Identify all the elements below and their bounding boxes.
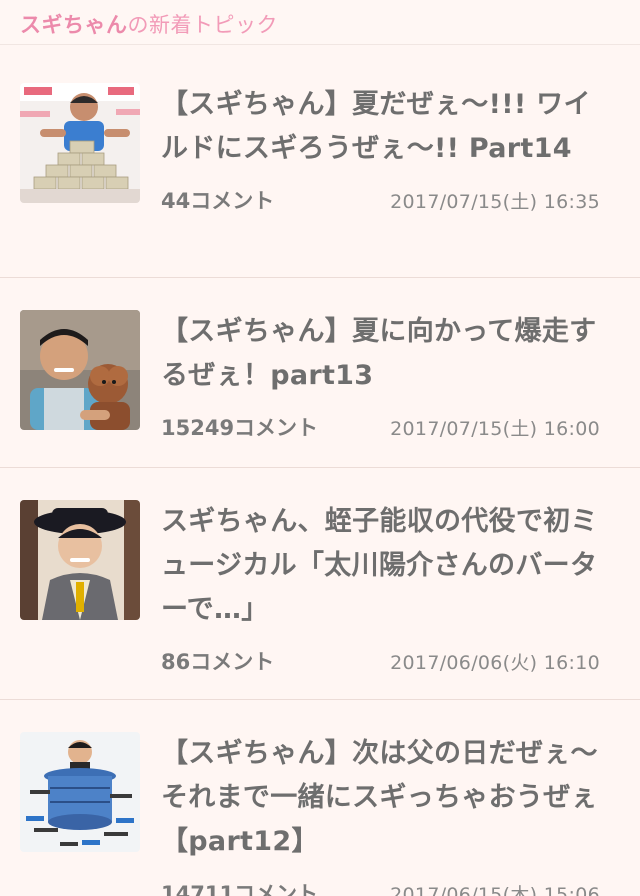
thumbnail-image-2 bbox=[20, 310, 140, 430]
topic-item[interactable]: 【スギちゃん】夏だぜぇ〜!!! ワイルドにスギろうぜぇ〜!! Part14 44… bbox=[0, 44, 640, 278]
post-date: 2017/07/15(土) 16:35 bbox=[390, 191, 600, 213]
topic-body: スギちゃん、蛭子能収の代役で初ミュージカル「太川陽介さんのバーターで…」 86コ… bbox=[161, 500, 600, 676]
comment-count: 44コメント bbox=[161, 189, 275, 213]
header-suffix: の新着トピック bbox=[127, 13, 278, 37]
thumbnail-image-3 bbox=[20, 500, 140, 620]
topic-item[interactable]: スギちゃん、蛭子能収の代役で初ミュージカル「太川陽介さんのバーターで…」 86コ… bbox=[0, 468, 640, 700]
topic-title[interactable]: 【スギちゃん】次は父の日だぜぇ〜それまで一緒にスギっちゃおうぜぇ【part12】 bbox=[161, 732, 600, 864]
topic-thumbnail[interactable] bbox=[20, 310, 140, 430]
post-date: 2017/07/15(土) 16:00 bbox=[390, 418, 600, 440]
comment-count: 86コメント bbox=[161, 650, 275, 674]
topic-thumbnail[interactable] bbox=[20, 732, 140, 852]
topic-title[interactable]: スギちゃん、蛭子能収の代役で初ミュージカル「太川陽介さんのバーターで…」 bbox=[161, 500, 600, 632]
header-highlight: スギちゃん bbox=[20, 13, 128, 37]
page: スギちゃん の新着トピック 【スギちゃん】夏だぜぇ〜!!! ワイルドにスギろうぜ… bbox=[0, 0, 640, 896]
topic-meta: 86コメント 2017/06/06(火) 16:10 bbox=[161, 646, 600, 676]
topic-thumbnail[interactable] bbox=[20, 83, 140, 203]
topic-meta: 15249コメント 2017/07/15(土) 16:00 bbox=[161, 412, 600, 442]
topic-title[interactable]: 【スギちゃん】夏に向かって爆走するぜぇ！part13 bbox=[161, 310, 600, 398]
topic-body: 【スギちゃん】夏だぜぇ〜!!! ワイルドにスギろうぜぇ〜!! Part14 44… bbox=[161, 83, 600, 215]
thumbnail-image-4 bbox=[20, 732, 140, 852]
post-date: 2017/06/06(火) 16:10 bbox=[390, 652, 600, 674]
topic-meta: 14711コメント 2017/06/15(木) 15:06 bbox=[161, 878, 600, 896]
topic-item[interactable]: 【スギちゃん】次は父の日だぜぇ〜それまで一緒にスギっちゃおうぜぇ【part12】… bbox=[0, 700, 640, 896]
topic-body: 【スギちゃん】次は父の日だぜぇ〜それまで一緒にスギっちゃおうぜぇ【part12】… bbox=[161, 732, 600, 896]
comment-count: 14711コメント bbox=[161, 882, 319, 896]
topic-title[interactable]: 【スギちゃん】夏だぜぇ〜!!! ワイルドにスギろうぜぇ〜!! Part14 bbox=[161, 83, 600, 171]
topic-list: 【スギちゃん】夏だぜぇ〜!!! ワイルドにスギろうぜぇ〜!! Part14 44… bbox=[0, 44, 640, 896]
comment-count: 15249コメント bbox=[161, 416, 319, 440]
topic-meta: 44コメント 2017/07/15(土) 16:35 bbox=[161, 185, 600, 215]
topic-item[interactable]: 【スギちゃん】夏に向かって爆走するぜぇ！part13 15249コメント 201… bbox=[0, 278, 640, 468]
topic-thumbnail[interactable] bbox=[20, 500, 140, 620]
thumbnail-image-1 bbox=[20, 83, 140, 203]
post-date: 2017/06/15(木) 15:06 bbox=[390, 884, 600, 896]
section-header: スギちゃん の新着トピック bbox=[0, 0, 640, 44]
topic-body: 【スギちゃん】夏に向かって爆走するぜぇ！part13 15249コメント 201… bbox=[161, 310, 600, 442]
